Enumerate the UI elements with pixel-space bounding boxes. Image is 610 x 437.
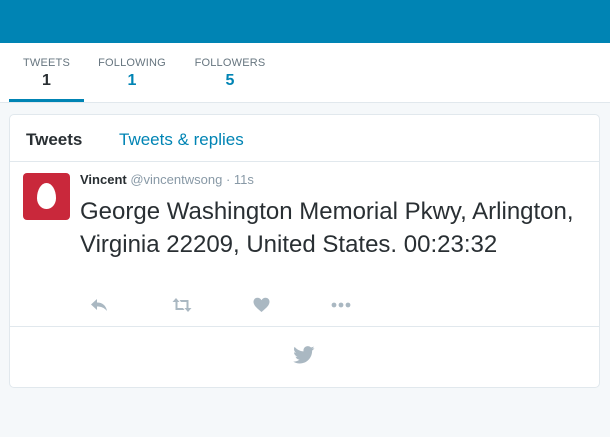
- tab-tweets-and-replies[interactable]: Tweets & replies: [119, 130, 244, 150]
- stat-followers-count: 5: [225, 72, 235, 89]
- avatar[interactable]: [23, 173, 70, 220]
- reply-icon[interactable]: [90, 297, 108, 313]
- active-tab-underline: [9, 99, 84, 102]
- retweet-icon[interactable]: [172, 297, 192, 313]
- timeline-card: Tweets Tweets & replies Vincent @vincent…: [9, 114, 600, 388]
- tab-tweets[interactable]: Tweets: [26, 130, 82, 150]
- tweet[interactable]: Vincent @vincentwsong · 11s George Washi…: [10, 162, 599, 327]
- stat-tweets-count: 1: [42, 72, 51, 89]
- user-name[interactable]: Vincent: [80, 172, 127, 187]
- user-handle[interactable]: @vincentwsong: [130, 172, 222, 187]
- stat-following-label: FOLLOWING: [98, 57, 166, 69]
- more-icon[interactable]: [331, 301, 351, 309]
- timeline-footer: [10, 327, 599, 387]
- egg-avatar-icon: [37, 183, 56, 209]
- profile-stats-bar: TWEETS 1 FOLLOWING 1 FOLLOWERS 5: [0, 43, 610, 103]
- stat-followers[interactable]: FOLLOWERS 5: [190, 43, 270, 102]
- top-navigation-bar: [0, 0, 610, 43]
- stat-tweets-label: TWEETS: [22, 57, 71, 69]
- stat-following[interactable]: FOLLOWING 1: [94, 43, 170, 102]
- tweet-text: George Washington Memorial Pkwy, Arlingt…: [80, 198, 574, 258]
- timeline-tabs: Tweets Tweets & replies: [10, 115, 599, 162]
- tweet-actions: [80, 297, 380, 317]
- stat-following-count: 1: [127, 72, 137, 89]
- tweet-header: Vincent @vincentwsong · 11s: [80, 172, 254, 187]
- tweet-timestamp[interactable]: 11s: [234, 172, 254, 187]
- heart-icon[interactable]: [253, 297, 270, 313]
- separator-dot: ·: [225, 172, 231, 187]
- stat-tweets[interactable]: TWEETS 1: [9, 43, 84, 102]
- stat-followers-label: FOLLOWERS: [194, 57, 266, 69]
- twitter-bird-icon: [293, 346, 315, 369]
